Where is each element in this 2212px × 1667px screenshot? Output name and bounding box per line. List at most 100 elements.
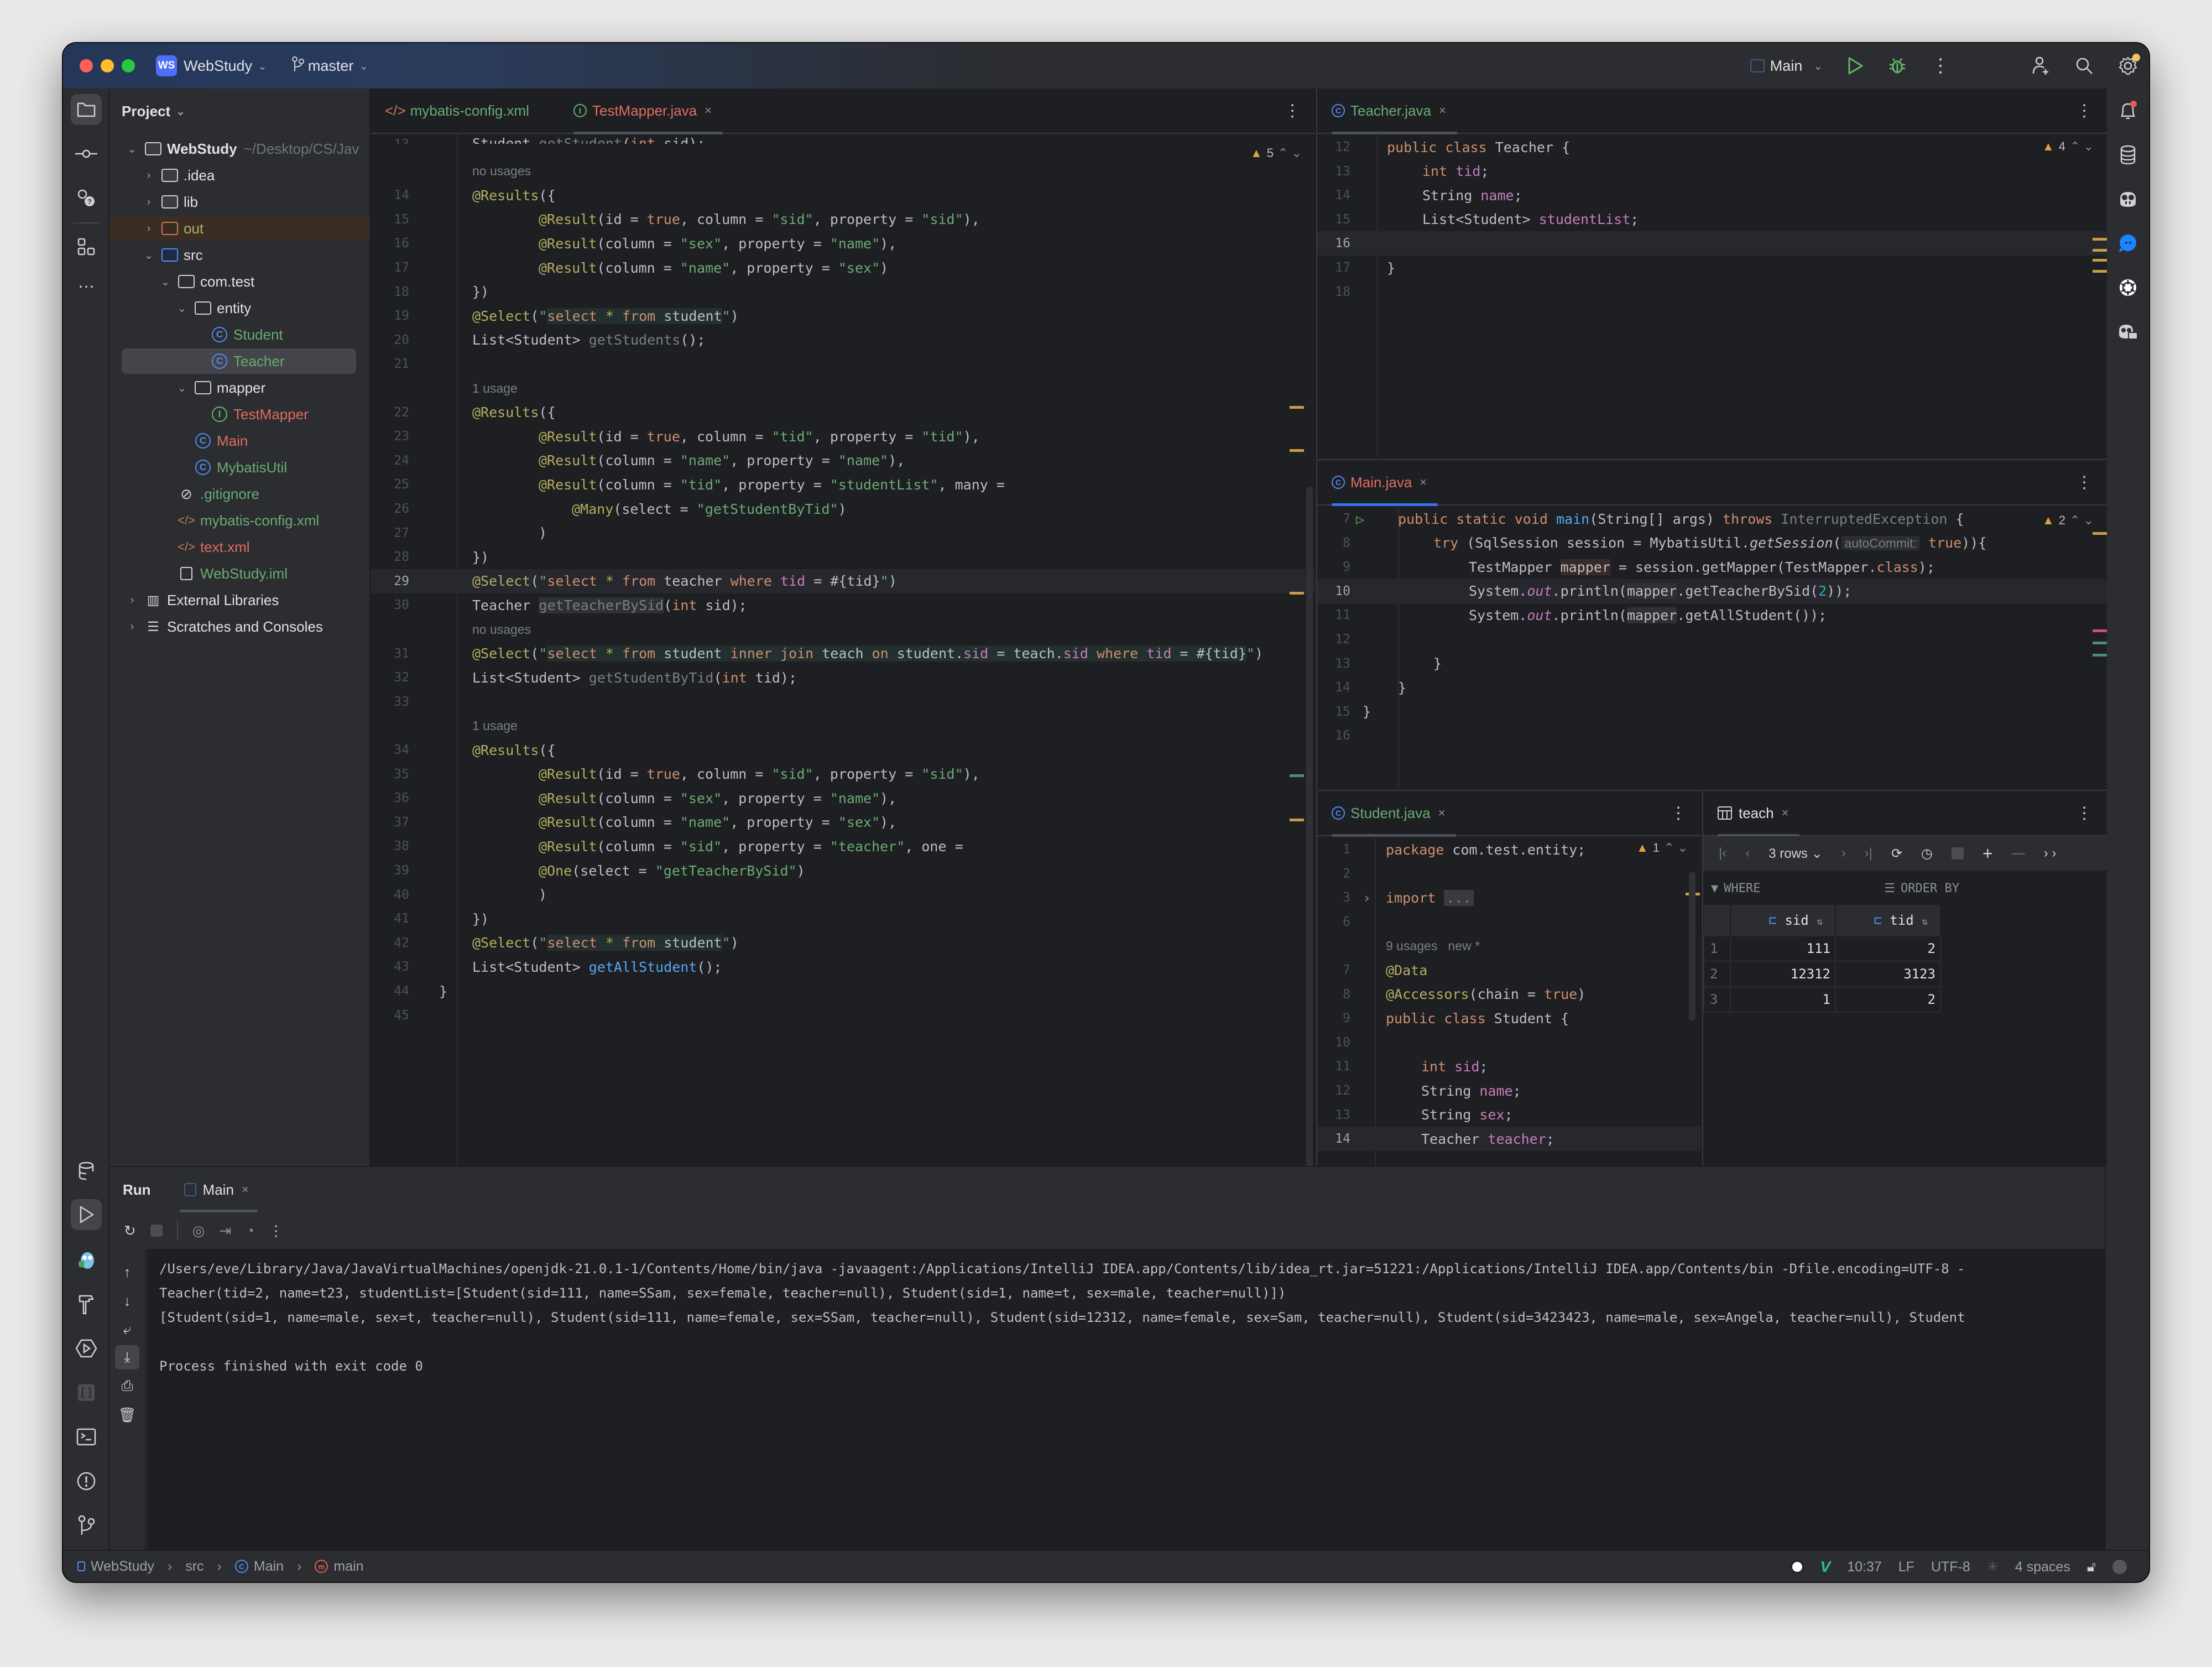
tree-item[interactable]: ⌄ WebStudy ~/Desktop/CS/Jav xyxy=(109,136,369,162)
tab-mybatis-config[interactable]: </> mybatis-config.xml xyxy=(385,88,529,133)
scroll-down-icon[interactable]: ↓ xyxy=(115,1289,139,1313)
tree-item[interactable]: ⊘ .gitignore xyxy=(109,481,369,507)
chevron-down-icon[interactable]: ⌄ xyxy=(175,301,189,315)
run-config-selector[interactable]: Main ⌄ xyxy=(1750,58,1823,75)
add-row-icon[interactable]: + xyxy=(1983,843,1993,864)
openai-status-icon[interactable] xyxy=(1790,1560,1804,1574)
chevron-down-icon[interactable]: ⌄ xyxy=(158,275,173,289)
first-page-icon[interactable]: |‹ xyxy=(1719,846,1726,861)
more-actions-icon[interactable]: ⋮ xyxy=(1931,56,1950,75)
editor-options-icon[interactable]: ⋮ xyxy=(2076,103,2093,119)
column-header-tid[interactable]: ⊏ tid ⇅ xyxy=(1835,905,1941,936)
close-tab-icon[interactable]: × xyxy=(1438,806,1446,820)
refresh-icon[interactable]: ⟳ xyxy=(1891,846,1902,862)
inspection-widget[interactable]: ▲ 5 ⌃ ⌄ xyxy=(1250,146,1302,160)
close-tab-icon[interactable]: × xyxy=(1782,806,1789,820)
rows-selector[interactable]: 3 rows ⌄ xyxy=(1768,846,1822,862)
tree-item[interactable]: › ☰ Scratches and Consoles xyxy=(109,614,369,639)
table-cell[interactable]: 12312 xyxy=(1730,961,1836,987)
run-tool-icon[interactable] xyxy=(71,1199,102,1230)
chat-assistant-icon[interactable] xyxy=(2112,228,2143,259)
caret-position[interactable]: 10:37 xyxy=(1847,1559,1882,1575)
next-page-icon[interactable]: › xyxy=(1841,846,1846,861)
table-cell[interactable]: 111 xyxy=(1730,935,1836,962)
code-with-me-icon[interactable]: ? xyxy=(71,183,102,213)
close-tab-icon[interactable]: × xyxy=(242,1182,249,1197)
tree-item[interactable]: C Teacher xyxy=(122,348,356,374)
history-clock-icon[interactable]: ◷ xyxy=(1921,846,1933,862)
prev-page-icon[interactable]: ‹ xyxy=(1745,846,1750,861)
column-header-sid[interactable]: ⊏ sid ⇅ xyxy=(1730,905,1836,936)
tree-item[interactable]: › .idea xyxy=(109,163,369,188)
structure-tool-icon[interactable] xyxy=(71,231,102,262)
tree-item[interactable]: ⌄ src xyxy=(109,242,369,268)
project-panel-header[interactable]: Project ⌄ xyxy=(109,88,369,134)
tree-item[interactable]: C Main xyxy=(109,428,369,454)
project-tool-icon[interactable] xyxy=(71,94,102,125)
tree-item[interactable]: I TestMapper xyxy=(109,402,369,427)
openai-icon[interactable] xyxy=(2112,272,2143,303)
tree-item[interactable]: </> text.xml xyxy=(109,534,369,560)
tree-item[interactable]: </> mybatis-config.xml xyxy=(109,508,369,533)
run-gutter-icon[interactable]: ▷ xyxy=(1356,511,1364,527)
stop-icon[interactable] xyxy=(1952,847,1964,859)
add-user-icon[interactable] xyxy=(2032,56,2051,76)
close-tab-icon[interactable]: × xyxy=(1439,103,1446,118)
line-separator[interactable]: LF xyxy=(1898,1559,1914,1575)
run-tab-main[interactable]: Main × xyxy=(179,1167,258,1212)
table-row[interactable]: 1 111 2 xyxy=(1703,935,1941,962)
minimize-window-button[interactable] xyxy=(101,59,114,72)
close-tab-icon[interactable]: × xyxy=(1420,475,1427,489)
plugin-owl-icon[interactable] xyxy=(71,1244,102,1275)
vertical-scrollbar[interactable] xyxy=(1689,872,1695,1021)
fold-icon[interactable]: › xyxy=(1363,890,1371,906)
screenshot-icon[interactable]: ◎ xyxy=(192,1222,205,1239)
table-row[interactable]: 312 xyxy=(1703,986,1941,1013)
rerun-icon[interactable]: ↻ xyxy=(124,1222,136,1239)
tree-item[interactable]: C Student xyxy=(109,322,369,347)
table-cell[interactable]: 2 xyxy=(1835,986,1941,1013)
close-window-button[interactable] xyxy=(80,59,93,72)
chevron-down-icon[interactable]: ⌄ xyxy=(142,248,156,262)
debug-button[interactable] xyxy=(1888,56,1907,75)
editor-options-icon[interactable]: ⋮ xyxy=(2076,475,2093,491)
more-options-icon[interactable]: ⋮ xyxy=(269,1222,283,1239)
table-cell[interactable]: 3123 xyxy=(1835,961,1941,987)
chevron-right-icon[interactable]: › xyxy=(142,169,156,182)
tab-teach[interactable]: teach × xyxy=(1718,790,1801,837)
console-output[interactable]: /Users/eve/Library/Java/JavaVirtualMachi… xyxy=(147,1249,2105,1552)
services-icon[interactable] xyxy=(71,1333,102,1364)
terminal-icon[interactable] xyxy=(71,1421,102,1452)
profiler-icon[interactable]: ◔ xyxy=(246,1222,254,1239)
table-cell[interactable]: 1 xyxy=(1730,986,1836,1013)
tab-teacher[interactable]: C Teacher.java × xyxy=(1332,88,1457,134)
project-switcher[interactable]: WebStudy xyxy=(184,58,252,75)
tree-item[interactable]: ⌄ com.test xyxy=(109,269,369,294)
soft-wrap-icon[interactable]: ⤶ xyxy=(115,1317,139,1342)
breadcrumb-item[interactable]: main xyxy=(333,1559,363,1575)
notifications-bell-icon[interactable] xyxy=(2112,95,2143,126)
branch-switcher[interactable]: master xyxy=(308,58,354,75)
database-changes-icon[interactable] xyxy=(71,1156,102,1187)
vcs-plugin-icon[interactable]: V xyxy=(1820,1558,1831,1576)
delete-row-icon[interactable]: — xyxy=(2012,846,2025,861)
clear-trash-icon[interactable]: 🗑 xyxy=(115,1403,139,1427)
database-tool-icon[interactable] xyxy=(2112,139,2143,170)
commit-tool-icon[interactable] xyxy=(71,138,102,169)
build-hammer-icon[interactable] xyxy=(71,1289,102,1320)
tree-item[interactable]: ⌄ entity xyxy=(109,295,369,321)
last-page-icon[interactable]: ›| xyxy=(1865,846,1872,861)
chevron-right-icon[interactable]: › xyxy=(142,222,156,235)
tree-item[interactable]: WebStudy.iml xyxy=(109,561,369,586)
tree-item[interactable]: › ▥ External Libraries xyxy=(109,587,369,613)
copilot-chat-icon[interactable] xyxy=(2112,316,2143,347)
file-encoding[interactable]: UTF-8 xyxy=(1931,1559,1970,1575)
breadcrumb-item[interactable]: Main xyxy=(254,1559,284,1575)
tree-item[interactable]: › out xyxy=(109,216,369,241)
editor-options-icon[interactable]: ⋮ xyxy=(1284,103,1301,119)
print-icon[interactable]: ⎙ xyxy=(115,1374,139,1398)
chevron-down-icon[interactable]: ⌄ xyxy=(175,381,189,395)
copilot-icon[interactable] xyxy=(2112,184,2143,215)
close-tab-icon[interactable]: × xyxy=(705,103,712,118)
breadcrumb-item[interactable]: WebStudy xyxy=(91,1559,154,1575)
